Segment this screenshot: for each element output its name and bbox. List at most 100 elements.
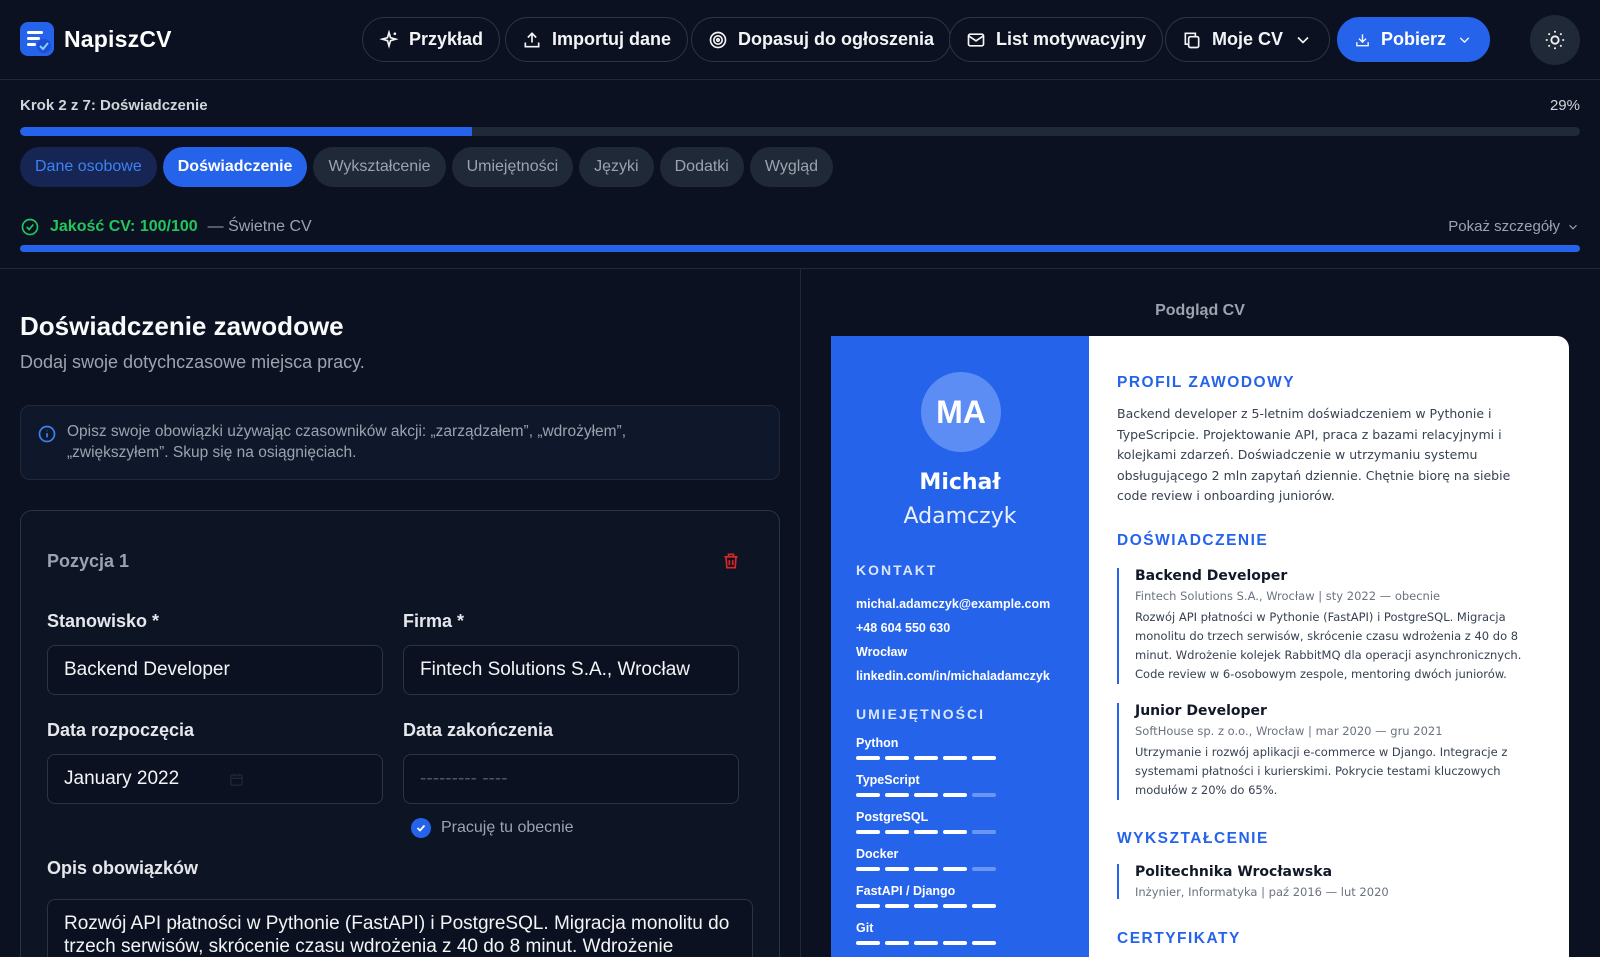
tab-appearance[interactable]: Wygląd [749, 147, 834, 187]
contact-email: michal.adamczyk@example.com [856, 597, 1051, 611]
quality-score: Jakość CV: 100/100 [50, 218, 198, 235]
sun-icon [1545, 30, 1565, 50]
skill-level-dot [914, 867, 938, 871]
avatar: MA [921, 372, 1001, 452]
chevron-down-icon [1297, 36, 1309, 44]
progress-bar [20, 127, 1580, 136]
example-button[interactable]: Przykład [362, 17, 501, 62]
cv-job: Junior Developer SoftHouse sp. z o.o., W… [1117, 703, 1541, 800]
skill-level [856, 830, 996, 834]
skill-level-dot [914, 830, 938, 834]
skill-item: Git [856, 921, 996, 957]
cover-letter-button[interactable]: List motywacyjny [949, 17, 1164, 62]
skill-level [856, 867, 996, 871]
skill-level-dot [885, 756, 909, 760]
skill-level-dot [885, 793, 909, 797]
cover-letter-label: List motywacyjny [996, 29, 1147, 49]
contact-heading: KONTAKT [856, 562, 938, 578]
skill-level-dot [972, 756, 996, 760]
profile-heading: PROFIL ZAWODOWY [1117, 374, 1296, 391]
tip-box: Opisz swoje obowiązki używając czasownik… [20, 405, 780, 480]
skill-level-dot [972, 904, 996, 908]
skill-name: TypeScript [856, 773, 920, 787]
cv-job-title: Junior Developer [1135, 703, 1267, 719]
chevron-down-icon [1569, 224, 1577, 230]
tab-skills[interactable]: Umiejętności [451, 147, 574, 187]
cv-job-meta: SoftHouse sp. z o.o., Wrocław | mar 2020… [1135, 724, 1443, 738]
end-date-input[interactable]: --------- ---- [403, 754, 739, 804]
tab-extras[interactable]: Dodatki [659, 147, 744, 187]
skill-level-dot [856, 793, 880, 797]
skill-level-dot [856, 830, 880, 834]
tailor-button[interactable]: Dopasuj do ogłoszenia [691, 17, 952, 62]
contact-list: michal.adamczyk@example.com +48 604 550 … [856, 592, 1050, 688]
mail-icon [967, 32, 985, 47]
preview-label: Podgląd CV [1155, 302, 1245, 319]
current-job-checkbox[interactable]: Pracuję tu obecnie [411, 818, 574, 838]
page-subtitle: Dodaj swoje dotychczasowe miejsca pracy. [20, 352, 365, 372]
contact-city: Wrocław [856, 645, 908, 659]
skill-level-dot [943, 756, 967, 760]
skills-list: Python TypeScript PostgreSQL Docker FastAPI … [856, 736, 996, 957]
skill-item: Python [856, 736, 996, 773]
step-percent: 29% [1549, 97, 1580, 114]
skill-name: Docker [856, 847, 899, 861]
skill-level [856, 756, 996, 760]
cv-job-meta: Fintech Solutions S.A., Wrocław | sty 20… [1135, 589, 1441, 603]
my-cv-button[interactable]: Moje CV [1165, 17, 1331, 62]
tab-personal-data[interactable]: Dane osobowe [20, 147, 157, 187]
description-label: Opis obowiązków [47, 858, 199, 878]
trash-icon[interactable] [721, 551, 741, 571]
job-title-label: Stanowisko * [47, 611, 160, 631]
check-circle-icon [21, 218, 39, 236]
skill-level-dot [885, 867, 909, 871]
download-button[interactable]: Pobierz [1337, 17, 1490, 62]
app-logo[interactable]: NapiszCV [20, 22, 172, 56]
company-label: Firma * [403, 611, 465, 631]
skill-level-dot [943, 904, 967, 908]
skill-name: FastAPI / Django [856, 884, 956, 898]
skill-name: Git [856, 921, 874, 935]
skill-level-dot [943, 941, 967, 945]
job-title-input[interactable]: Backend Developer [47, 645, 383, 695]
cv-school: Politechnika Wrocławska [1135, 864, 1333, 880]
cv-first-name: Michał [919, 470, 1001, 495]
skill-level-dot [914, 941, 938, 945]
theme-toggle-button[interactable] [1530, 15, 1580, 65]
skill-level-dot [943, 793, 967, 797]
skill-item: FastAPI / Django [856, 884, 996, 921]
skill-item: PostgreSQL [856, 810, 996, 847]
checkbox-checked[interactable] [411, 818, 431, 838]
skill-level-dot [885, 904, 909, 908]
skill-level-dot [856, 756, 880, 760]
skill-level-dot [943, 830, 967, 834]
contact-phone: +48 604 550 630 [856, 621, 951, 635]
quality-summary: Jakość CV: 100/100 — Świetne CV [20, 217, 312, 237]
position-title: Pozycja 1 [47, 551, 130, 571]
quality-bar [20, 245, 1580, 252]
quality-note: — Świetne CV [207, 218, 312, 235]
copy-icon [1184, 32, 1200, 48]
skill-level [856, 904, 996, 908]
cv-job: Backend Developer Fintech Solutions S.A.… [1117, 568, 1541, 684]
top-bar: NapiszCV Przykład Importuj dane Dopasuj … [0, 0, 1600, 80]
skill-level-dot [972, 867, 996, 871]
skill-level-dot [972, 793, 996, 797]
company-input[interactable]: Fintech Solutions S.A., Wrocław [403, 645, 739, 695]
calendar-icon[interactable] [229, 772, 244, 787]
start-date-input[interactable]: January 2022 [47, 754, 383, 804]
skill-level-dot [914, 756, 938, 760]
progress-fill [20, 127, 473, 136]
show-details-label: Pokaż szczegóły [1448, 218, 1560, 235]
tab-languages[interactable]: Języki [579, 147, 654, 187]
tab-experience[interactable]: Doświadczenie [162, 147, 308, 187]
step-tabs: Dane osobowe Doświadczenie Wykształcenie… [20, 147, 834, 187]
import-button[interactable]: Importuj dane [505, 17, 689, 62]
tab-education[interactable]: Wykształcenie [313, 147, 446, 187]
end-date-label: Data zakończenia [403, 720, 554, 740]
skill-name: Python [856, 736, 899, 750]
experience-heading: DOŚWIADCZENIE [1117, 532, 1269, 549]
logo-icon [20, 22, 54, 56]
description-textarea[interactable]: Rozwój API płatności w Pythonie (FastAPI… [47, 899, 753, 957]
show-details-link[interactable]: Pokaż szczegóły [1448, 218, 1580, 235]
